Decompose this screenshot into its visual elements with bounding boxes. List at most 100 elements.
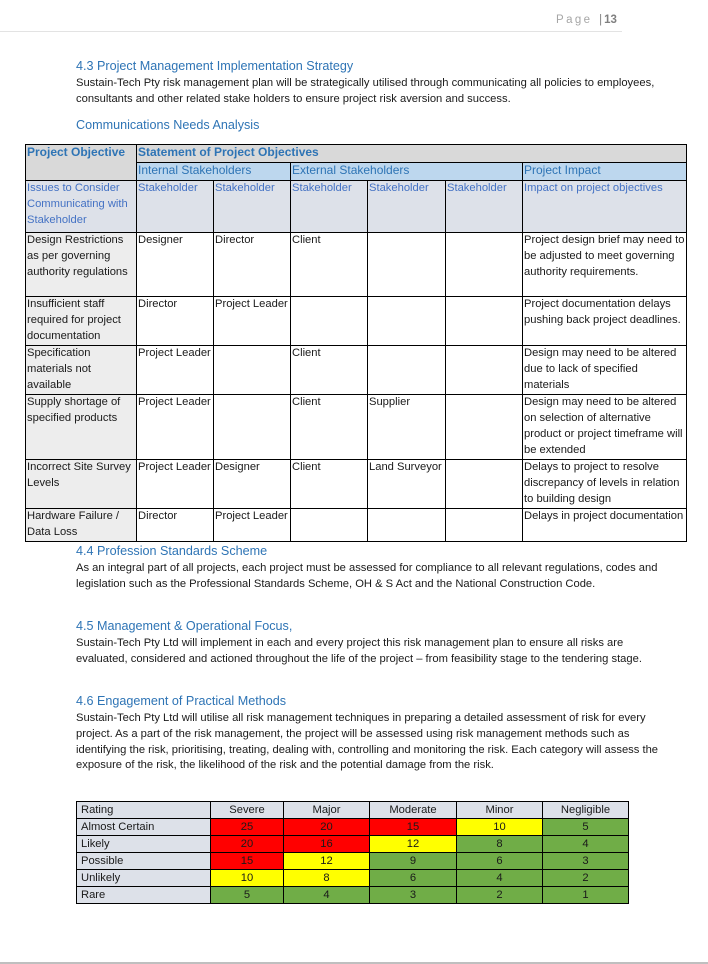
section-4-3-heading: 4.3 Project Management Implementation St… <box>76 59 354 73</box>
stakeholder-cell: Director <box>136 296 214 346</box>
stakeholder-cell: Client <box>290 232 368 297</box>
stakeholder-cell <box>445 232 523 297</box>
stakeholder-cell: Project Leader <box>213 507 291 542</box>
stakeholder-cell: Project Leader <box>213 296 291 346</box>
risk-cell: 6 <box>456 852 543 870</box>
stakeholder-cell: Designer <box>136 232 214 297</box>
section-4-3-body: Sustain-Tech Pty risk management plan wi… <box>76 77 655 105</box>
risk-cell: 6 <box>369 869 457 887</box>
impact-cell: Delays in project documentation <box>521 507 688 542</box>
risk-cell: 8 <box>456 835 543 853</box>
page-header: Page | 13 <box>556 14 617 26</box>
risk-row: Possible 15 12 9 6 3 <box>76 852 629 870</box>
risk-cell: 9 <box>369 852 457 870</box>
likelihood-label: Almost Certain <box>76 818 211 836</box>
table-row: Specification materials not available Pr… <box>25 345 688 395</box>
likelihood-label: Possible <box>76 852 211 870</box>
issue-cell: Insufficient staff required for project … <box>25 296 137 346</box>
stakeholder-cell <box>445 507 523 542</box>
comm-needs-heading: Communications Needs Analysis <box>76 118 260 132</box>
stakeholder-header: Stakeholder <box>290 180 368 233</box>
stakeholder-header: Stakeholder <box>136 180 214 233</box>
stakeholder-cell <box>445 296 523 346</box>
stakeholder-cell: Client <box>290 459 368 509</box>
stakeholder-cell: Project Leader <box>136 459 214 509</box>
risk-cell: 15 <box>369 818 457 836</box>
external-stakeholders-header: External Stakeholders <box>290 162 523 181</box>
impact-cell: Project design brief may need to be adju… <box>521 232 688 297</box>
risk-cell: 8 <box>283 869 370 887</box>
header-row-3: Issues to Consider Communicating with St… <box>25 180 688 233</box>
risk-cell: 5 <box>210 886 284 904</box>
risk-cell: 4 <box>542 835 629 853</box>
issue-cell: Incorrect Site Survey Levels <box>25 459 137 509</box>
likelihood-label: Rare <box>76 886 211 904</box>
stakeholder-cell: Project Leader <box>136 394 214 460</box>
stakeholder-cell: Director <box>213 232 291 297</box>
risk-cell: 20 <box>283 818 370 836</box>
stakeholder-cell: Supplier <box>367 394 446 460</box>
stakeholder-cell <box>367 232 446 297</box>
table-row: Design Restrictions as per governing aut… <box>25 232 688 297</box>
risk-matrix-table: Rating Severe Major Moderate Minor Negli… <box>76 801 629 904</box>
severity-header: Negligible <box>542 801 629 819</box>
project-impact-header: Project Impact <box>521 162 688 181</box>
page-separator: | <box>599 14 603 26</box>
risk-cell: 3 <box>369 886 457 904</box>
severity-header: Minor <box>456 801 543 819</box>
risk-header-row: Rating Severe Major Moderate Minor Negli… <box>76 801 629 819</box>
section-4-4-body: As an integral part of all projects, eac… <box>76 562 658 590</box>
issue-cell: Design Restrictions as per governing aut… <box>25 232 137 297</box>
issues-header: Issues to Consider Communicating with St… <box>25 180 137 233</box>
risk-cell: 4 <box>283 886 370 904</box>
risk-cell: 10 <box>210 869 284 887</box>
stakeholder-cell: Director <box>136 507 214 542</box>
page-label: Page <box>556 14 593 26</box>
stakeholder-cell: Project Leader <box>136 345 214 395</box>
table-row: Hardware Failure / Data Loss Director Pr… <box>25 507 688 542</box>
stakeholder-cell <box>367 296 446 346</box>
stakeholder-cell <box>445 459 523 509</box>
impact-cell: Design may need to be altered on selecti… <box>521 394 688 460</box>
stakeholder-cell: Land Surveyor <box>367 459 446 509</box>
impact-header: Impact on project objectives <box>521 180 688 233</box>
risk-row: Almost Certain 25 20 15 10 5 <box>76 818 629 836</box>
section-4-6-heading: 4.6 Engagement of Practical Methods <box>76 694 287 708</box>
severity-header: Severe <box>210 801 284 819</box>
severity-header: Major <box>283 801 370 819</box>
section-4-4-heading: 4.4 Profession Standards Scheme <box>76 544 268 558</box>
issue-cell: Hardware Failure / Data Loss <box>25 507 137 542</box>
risk-cell: 12 <box>369 835 457 853</box>
likelihood-label: Likely <box>76 835 211 853</box>
impact-cell: Design may need to be altered due to lac… <box>521 345 688 395</box>
stakeholder-cell <box>290 507 368 542</box>
stakeholder-header: Stakeholder <box>445 180 523 233</box>
risk-cell: 15 <box>210 852 284 870</box>
risk-row: Rare 5 4 3 2 1 <box>76 886 629 904</box>
stakeholder-cell <box>213 345 291 395</box>
section-4-5-body: Sustain-Tech Pty Ltd will implement in e… <box>76 637 642 665</box>
impact-cell: Delays to project to resolve discrepancy… <box>521 459 688 509</box>
stakeholder-cell: Client <box>290 345 368 395</box>
stakeholder-cell <box>367 345 446 395</box>
risk-cell: 10 <box>456 818 543 836</box>
stakeholder-header: Stakeholder <box>367 180 446 233</box>
risk-cell: 2 <box>542 869 629 887</box>
severity-header: Moderate <box>369 801 457 819</box>
risk-cell: 3 <box>542 852 629 870</box>
risk-cell: 4 <box>456 869 543 887</box>
statement-header: Statement of Project Objectives <box>135 144 688 163</box>
header-rule <box>0 31 622 32</box>
stakeholder-header: Stakeholder <box>213 180 291 233</box>
risk-cell: 2 <box>456 886 543 904</box>
risk-cell: 25 <box>210 818 284 836</box>
stakeholder-cell <box>290 296 368 346</box>
table-row: Insufficient staff required for project … <box>25 296 688 346</box>
section-4-6-body: Sustain-Tech Pty Ltd will utilise all ri… <box>76 712 659 772</box>
risk-row: Unlikely 10 8 6 4 2 <box>76 869 629 887</box>
header-row-1: Project Objective Statement of Project O… <box>25 144 688 181</box>
stakeholder-cell: Client <box>290 394 368 460</box>
risk-cell: 5 <box>542 818 629 836</box>
risk-cell: 20 <box>210 835 284 853</box>
stakeholder-cell <box>445 394 523 460</box>
